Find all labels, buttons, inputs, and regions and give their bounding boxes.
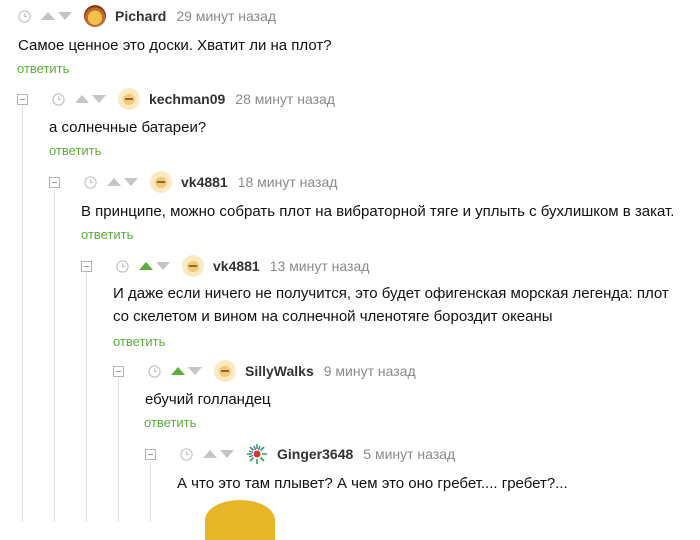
collapse-toggle[interactable] [17, 93, 28, 105]
avatar[interactable] [150, 171, 172, 193]
comment-header: vk4881 18 минут назад [49, 170, 337, 194]
reply-link[interactable]: ответить [144, 415, 196, 430]
comment-time: 5 минут назад [363, 446, 456, 462]
upvote-arrow-icon[interactable] [171, 367, 185, 375]
downvote-arrow-icon[interactable] [220, 450, 234, 458]
thread-line [118, 378, 119, 522]
comment-text: В принципе, можно собрать плот на вибрат… [81, 203, 675, 220]
thread-line [54, 190, 55, 522]
author-name[interactable]: SillyWalks [245, 363, 314, 379]
reply-link[interactable]: ответить [17, 61, 69, 76]
collapse-toggle[interactable] [81, 260, 92, 272]
comment-time: 9 минут назад [323, 363, 416, 379]
comment-header: Ginger3648 5 минут назад [145, 442, 455, 466]
author-name[interactable]: Pichard [115, 8, 166, 24]
downvote-arrow-icon[interactable] [58, 12, 72, 20]
comment-time: 13 минут назад [269, 258, 370, 274]
comment-time: 29 минут назад [176, 8, 277, 24]
upvote-arrow-icon[interactable] [139, 262, 153, 270]
downvote-arrow-icon[interactable] [188, 367, 202, 375]
author-name[interactable]: Ginger3648 [277, 446, 353, 462]
upvote-arrow-icon[interactable] [75, 95, 89, 103]
avatar[interactable] [84, 5, 106, 27]
reply-link[interactable]: ответить [113, 334, 165, 349]
collapse-toggle[interactable] [113, 365, 124, 377]
downvote-arrow-icon[interactable] [156, 262, 170, 270]
comment-time: 18 минут назад [237, 174, 338, 190]
comment-text: ебучий голландец [145, 391, 271, 408]
clock-icon [116, 259, 129, 273]
comment-header: kechman09 28 минут назад [17, 87, 335, 111]
author-name[interactable]: vk4881 [213, 258, 260, 274]
comment-time: 28 минут назад [235, 91, 335, 107]
upvote-arrow-icon[interactable] [107, 178, 121, 186]
avatar[interactable] [182, 255, 204, 277]
reply-link[interactable]: ответить [49, 143, 101, 158]
author-name[interactable]: kechman09 [149, 91, 225, 107]
avatar[interactable] [246, 443, 268, 465]
comment-text: А что это там плывет? А чем это оно греб… [177, 475, 568, 492]
comment-header: vk4881 13 минут назад [81, 254, 369, 278]
thread-line [86, 272, 87, 522]
downvote-arrow-icon[interactable] [124, 178, 138, 186]
comment-header: Pichard 29 минут назад [18, 4, 276, 28]
clock-icon [18, 9, 31, 23]
comment-text: а солнечные батареи? [49, 119, 207, 136]
clock-icon [52, 92, 65, 106]
avatar[interactable] [214, 360, 236, 382]
downvote-arrow-icon[interactable] [92, 95, 106, 103]
reply-link[interactable]: ответить [81, 227, 133, 242]
upvote-arrow-icon[interactable] [41, 12, 55, 20]
clock-icon [148, 364, 161, 378]
comment-image[interactable] [205, 500, 275, 540]
collapse-toggle[interactable] [49, 176, 60, 188]
clock-icon [180, 447, 193, 461]
clock-icon [84, 175, 97, 189]
comment-text: Самое ценное это доски. Хватит ли на пло… [18, 37, 332, 54]
thread-line [150, 462, 151, 522]
thread-line [22, 106, 23, 522]
comment-text: И даже если ничего не получится, это буд… [113, 285, 669, 325]
author-name[interactable]: vk4881 [181, 174, 228, 190]
upvote-arrow-icon[interactable] [203, 450, 217, 458]
collapse-toggle[interactable] [145, 448, 156, 460]
avatar[interactable] [118, 88, 140, 110]
comment-header: SillyWalks 9 минут назад [113, 359, 416, 383]
